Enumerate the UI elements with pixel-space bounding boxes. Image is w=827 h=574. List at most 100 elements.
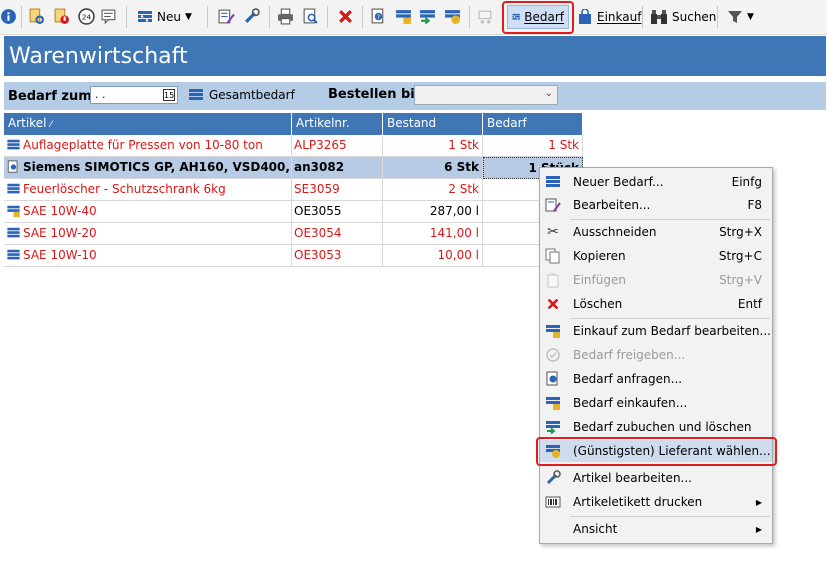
delete-icon[interactable] [337, 8, 354, 25]
demand-icon [7, 249, 20, 260]
toolbar-separator [126, 6, 127, 28]
toolbar-separator [21, 6, 22, 28]
purchase-icon [7, 205, 20, 218]
request-icon[interactable]: ? [370, 8, 387, 25]
sort-icon: ⁄ [50, 120, 52, 130]
gesamtbedarf-button[interactable]: Gesamtbedarf [188, 87, 295, 103]
menu-item-shortcut: Strg+V [719, 273, 762, 287]
cell-artikel: SAE 10W-20 [23, 226, 97, 240]
menu-item-shortcut: Entf [737, 297, 762, 311]
demand-icon [138, 11, 152, 22]
menu-item-label: Artikeletikett drucken [573, 495, 703, 509]
cell-artikel: Auflageplatte für Pressen von 10-80 ton [23, 138, 263, 152]
menu-item-ausschneiden[interactable]: ✂ Ausschneiden Strg+X [540, 221, 772, 243]
page-title: Warenwirtschaft [4, 36, 826, 76]
purchase-icon[interactable] [395, 8, 412, 25]
cell-artikelnr: OE3053 [292, 245, 383, 267]
table-row[interactable]: Auflageplatte für Pressen von 10-80 ton … [4, 135, 583, 157]
table-row[interactable]: Feuerlöscher - Schutzschrank 6kg SE3059 … [4, 179, 583, 201]
menu-separator [570, 516, 770, 517]
tools-icon[interactable] [243, 8, 260, 25]
menu-item-label: Einfügen [573, 273, 626, 287]
clock-24-icon[interactable]: 24 [78, 8, 95, 25]
article-table: Artikel ⁄ Artikelnr. Bestand Bedarf Aufl… [4, 113, 583, 267]
menu-item-artikeletikett-drucken[interactable]: Artikeletikett drucken ▶ [540, 491, 772, 513]
toolbar-separator [717, 6, 718, 28]
einkauf-button[interactable]: Einkauf [573, 5, 645, 29]
tools-icon [546, 470, 561, 485]
menu-item-einkauf-bearbeiten[interactable]: Einkauf zum Bedarf bearbeiten... [540, 320, 772, 342]
edit-list-icon[interactable] [218, 8, 235, 25]
column-header-bestand[interactable]: Bestand [383, 113, 483, 135]
disabled-cart-icon [478, 10, 492, 24]
menu-item-kopieren[interactable]: Kopieren Strg+C [540, 245, 772, 267]
table-row[interactable]: SAE 10W-40 OE3055 287,00 l [4, 201, 583, 223]
menu-item-label: Bearbeiten... [573, 198, 651, 212]
supplier-select-icon[interactable] [444, 8, 461, 25]
column-header-artikel[interactable]: Artikel ⁄ [4, 113, 292, 135]
book-in-icon[interactable] [419, 8, 436, 25]
chevron-down-icon: ▼ [184, 12, 192, 22]
date-field[interactable]: . . 15 [90, 86, 178, 104]
menu-item-bedarf-zubuchen[interactable]: Bedarf zubuchen und löschen [540, 416, 772, 438]
chevron-down-icon: ▼ [747, 12, 754, 22]
edit-list-icon [545, 198, 561, 212]
cell-bestand: 10,00 l [383, 245, 483, 267]
menu-item-label: Einkauf zum Bedarf bearbeiten... [573, 324, 771, 338]
highlight-box-bedarf [502, 1, 574, 34]
cell-bestand: 1 Stk [383, 135, 483, 157]
release-icon [546, 348, 560, 362]
table-row[interactable]: SAE 10W-20 OE3054 141,00 l [4, 223, 583, 245]
menu-item-ansicht[interactable]: Ansicht ▶ [540, 518, 772, 540]
column-header-bedarf[interactable]: Bedarf [483, 113, 583, 135]
menu-item-label: Artikel bearbeiten... [573, 471, 692, 485]
svg-text:?: ? [377, 13, 380, 21]
document-alert-icon[interactable] [53, 8, 70, 25]
chevron-down-icon: ⌄ [544, 88, 553, 99]
cell-artikelnr: an3082 [292, 157, 383, 179]
shopping-bag-icon [579, 9, 591, 24]
suchen-button[interactable]: Suchen [646, 5, 720, 29]
toolbar-separator [207, 6, 208, 28]
menu-item-label: Bedarf einkaufen... [573, 396, 688, 410]
demand-icon [7, 227, 20, 238]
table-row[interactable]: SAE 10W-10 OE3053 10,00 l [4, 245, 583, 267]
menu-item-bedarf-freigeben[interactable]: Bedarf freigeben... [540, 344, 772, 366]
toolbar-separator [362, 6, 363, 28]
cell-bestand: 6 Stk [383, 157, 483, 179]
menu-item-shortcut: Einfg [731, 175, 762, 189]
document-search-icon[interactable] [28, 8, 45, 25]
binoculars-icon [651, 10, 667, 24]
menu-item-label: Löschen [573, 297, 623, 311]
toolbar: 24 Neu ▼ ? Bedarf Einkauf Suchen ▼ [0, 0, 827, 35]
menu-item-label: Bedarf freigeben... [573, 348, 686, 362]
menu-item-artikel-bearbeiten[interactable]: Artikel bearbeiten... [540, 467, 772, 489]
filter-button[interactable]: ▼ [723, 5, 758, 29]
paste-icon [547, 273, 559, 288]
cell-bestand: 287,00 l [383, 201, 483, 223]
menu-item-shortcut: F8 [747, 198, 762, 212]
comment-icon[interactable] [101, 8, 118, 25]
highlight-box-lieferant [536, 437, 777, 466]
menu-item-bedarf-einkaufen[interactable]: Bedarf einkaufen... [540, 392, 772, 414]
svg-text:24: 24 [82, 13, 92, 22]
bestellen-bis-select[interactable]: ⌄ [414, 85, 558, 105]
submenu-arrow-icon: ▶ [755, 524, 762, 534]
context-menu: Neuer Bedarf... Einfg Bearbeiten... F8 ✂… [539, 167, 773, 544]
print-preview-icon[interactable] [302, 8, 319, 25]
menu-item-neuer-bedarf[interactable]: Neuer Bedarf... Einfg [540, 171, 772, 193]
menu-item-bearbeiten[interactable]: Bearbeiten... F8 [540, 194, 772, 216]
neu-button[interactable]: Neu ▼ [133, 5, 196, 29]
info-icon[interactable] [0, 8, 17, 25]
column-header-artikelnr[interactable]: Artikelnr. [292, 113, 383, 135]
cell-bestand: 141,00 l [383, 223, 483, 245]
menu-item-bedarf-anfragen[interactable]: Bedarf anfragen... [540, 368, 772, 390]
date-value: . . [95, 88, 106, 101]
print-icon[interactable] [277, 8, 294, 25]
calendar-icon[interactable]: 15 [163, 89, 175, 101]
menu-item-einfuegen[interactable]: Einfügen Strg+V [540, 269, 772, 291]
scissors-icon: ✂ [547, 224, 559, 240]
menu-item-loeschen[interactable]: Löschen Entf [540, 293, 772, 315]
table-row-selected[interactable]: Siemens SIMOTICS GP, AH160, VSD400, Umri… [4, 157, 583, 179]
submenu-arrow-icon: ▶ [755, 497, 762, 507]
